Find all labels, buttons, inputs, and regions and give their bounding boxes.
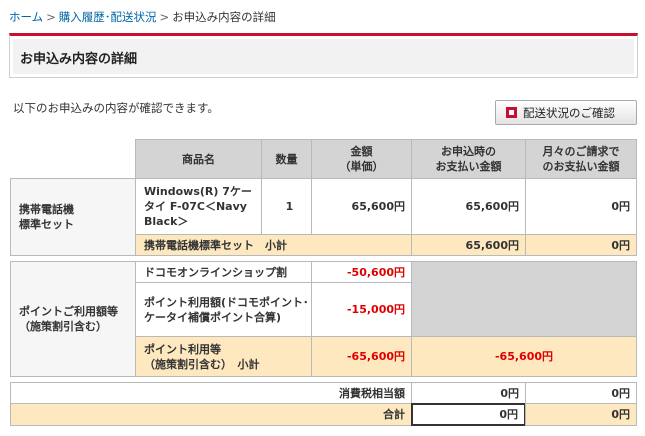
breadcrumb: ホーム > 購入履歴･配送状況 > お申込み内容の詳細 — [9, 9, 276, 25]
product-amount: 65,600円 — [311, 178, 412, 235]
points-usage-amount: -15,000円 — [311, 282, 412, 337]
delivery-status-button-label: 配送状況のご確認 — [523, 105, 615, 120]
subtotal-label-phone-set: 携帯電話機標準セット 小計 — [135, 234, 412, 256]
total-monthly: 0円 — [525, 403, 637, 426]
header-quantity: 数量 — [261, 139, 312, 179]
breadcrumb-current: お申込み内容の詳細 — [172, 10, 276, 24]
section-label-points: ポイントご利用額等 （施策割引含む） — [10, 261, 136, 377]
section-label-phone-set: 携帯電話機 標準セット — [10, 178, 136, 256]
discount-item-amount: -50,600円 — [311, 261, 412, 283]
subtotal-pay-at-order: 65,600円 — [411, 234, 526, 256]
empty-gray-cell — [411, 261, 637, 337]
breadcrumb-separator: > — [159, 10, 170, 24]
total-pay-at-order: 0円 — [411, 403, 526, 426]
page-title-box: お申込み内容の詳細 — [9, 33, 638, 78]
header-pay-at-order: お申込時の お支払い金額 — [411, 139, 526, 179]
product-name: Windows(R) 7ケータイ F-07C＜Navy Black＞ — [135, 178, 262, 235]
tax-pay-at-order: 0円 — [411, 382, 526, 404]
discount-item-label: ドコモオンラインショップ割 — [135, 261, 312, 283]
header-monthly: 月々のご請求で のお支払い金額 — [525, 139, 637, 179]
product-quantity: 1 — [261, 178, 312, 235]
breadcrumb-home-link[interactable]: ホーム — [9, 10, 43, 24]
delivery-status-button[interactable]: 配送状況のご確認 — [495, 100, 637, 125]
subtotal-label-points: ポイント利用等 （施策割引含む） 小計 — [135, 336, 312, 377]
header-amount: 金額 （単価） — [311, 139, 412, 179]
window-icon — [506, 107, 517, 118]
breadcrumb-separator: > — [46, 10, 56, 24]
points-usage-label: ポイント利用額(ドコモポイント･ケータイ補償ポイント合算) — [135, 282, 312, 337]
total-label: 合計 — [10, 403, 412, 426]
tax-label: 消費税相当額 — [10, 382, 412, 404]
product-monthly: 0円 — [525, 178, 637, 235]
subtotal-points-amount: -65,600円 — [311, 336, 412, 377]
breadcrumb-history-link[interactable]: 購入履歴･配送状況 — [59, 10, 157, 24]
subtotal-monthly: 0円 — [525, 234, 637, 256]
tax-monthly: 0円 — [525, 382, 637, 404]
page-title: お申込み内容の詳細 — [20, 52, 138, 67]
intro-text: 以下のお申込みの内容が確認できます。 — [13, 101, 219, 115]
subtotal-points-combined: -65,600円 — [411, 336, 637, 377]
header-product: 商品名 — [135, 139, 262, 179]
product-pay-at-order: 65,600円 — [411, 178, 526, 235]
